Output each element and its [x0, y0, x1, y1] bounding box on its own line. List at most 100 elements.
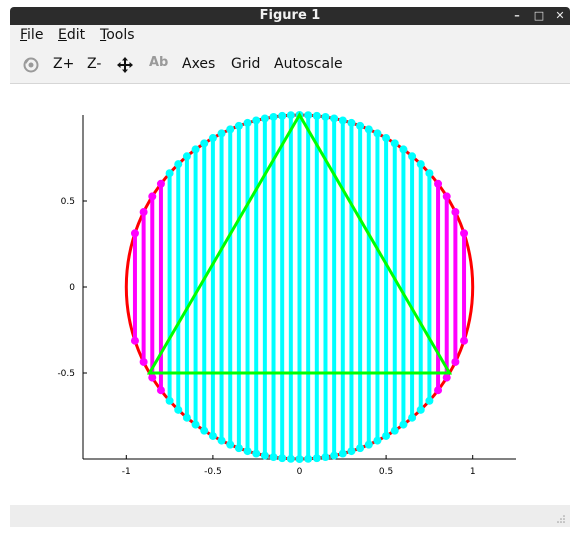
chord-endpoint-top: [260, 114, 269, 123]
chord-endpoint-top: [252, 116, 261, 125]
chord-endpoint-bottom: [338, 449, 347, 458]
chord-endpoint-top: [364, 125, 373, 134]
menu-file[interactable]: File: [20, 27, 43, 43]
resize-grip-icon[interactable]: [556, 514, 566, 524]
chord-endpoint-bottom: [226, 440, 235, 449]
chord-endpoint-bottom: [260, 451, 269, 460]
chord-endpoint-top: [399, 145, 408, 154]
chord-endpoint-bottom: [399, 420, 408, 429]
chord-endpoint-bottom: [460, 336, 469, 345]
chord-endpoint-top: [460, 229, 469, 238]
menu-file-label: ile: [27, 27, 44, 43]
figure-window: Figure 1 – □ ✕ File Edit Tools Z+ Z- Ab …: [0, 0, 580, 537]
chord-endpoint-top: [312, 111, 321, 120]
minimize-button[interactable]: –: [510, 9, 524, 23]
chord-endpoint-bottom: [408, 413, 417, 422]
chord-endpoint-bottom: [269, 453, 278, 462]
chord-endpoint-bottom: [451, 357, 460, 366]
close-button[interactable]: ✕: [553, 9, 567, 23]
text-tool-icon[interactable]: Ab: [149, 55, 168, 70]
chord-endpoint-bottom: [416, 405, 425, 414]
menu-bar: File Edit Tools: [10, 25, 570, 47]
pan-icon[interactable]: [116, 56, 134, 74]
chord-endpoint-top: [347, 118, 356, 127]
chord-endpoint-bottom: [356, 444, 365, 453]
chord-endpoint-bottom: [200, 426, 209, 435]
chord-endpoint-bottom: [130, 336, 139, 345]
chord-endpoint-top: [451, 208, 460, 217]
y-tick-label: -0.5: [57, 369, 75, 379]
chord-endpoint-bottom: [278, 454, 287, 463]
chord-endpoint-top: [191, 145, 200, 154]
chord-endpoint-bottom: [373, 436, 382, 445]
chord-endpoint-top: [442, 192, 451, 201]
zoom-in-button[interactable]: Z+: [53, 56, 74, 72]
chord-endpoint-top: [243, 118, 252, 127]
chord-endpoint-top: [182, 152, 191, 161]
menu-tools[interactable]: Tools: [100, 27, 135, 43]
chord-endpoint-bottom: [434, 386, 443, 395]
maximize-button[interactable]: □: [532, 9, 546, 23]
chord-endpoint-bottom: [382, 431, 391, 440]
chord-endpoint-bottom: [304, 454, 313, 463]
chord-endpoint-bottom: [330, 451, 339, 460]
chord-endpoint-top: [217, 129, 226, 138]
chord-endpoint-top: [356, 121, 365, 130]
chord-endpoint-top: [139, 208, 148, 217]
chord-endpoint-bottom: [347, 447, 356, 456]
chord-endpoint-bottom: [234, 444, 243, 453]
chord-endpoint-bottom: [252, 449, 261, 458]
status-bar: [10, 505, 570, 527]
chord-endpoint-top: [278, 111, 287, 120]
chord-endpoint-top: [226, 125, 235, 134]
chord-endpoint-bottom: [182, 413, 191, 422]
chord-endpoint-top: [408, 152, 417, 161]
chord-endpoint-bottom: [321, 453, 330, 462]
axes-button[interactable]: Axes: [182, 56, 215, 72]
grid-button[interactable]: Grid: [231, 56, 260, 72]
chord-endpoint-top: [200, 139, 209, 148]
chord-endpoint-bottom: [364, 440, 373, 449]
x-tick-label: -1: [122, 467, 131, 477]
menu-tools-label: ools: [106, 27, 135, 43]
chord-endpoint-bottom: [217, 436, 226, 445]
chord-endpoint-bottom: [165, 396, 174, 405]
title-bar: Figure 1 – □ ✕: [10, 7, 570, 25]
chord-endpoint-bottom: [295, 455, 304, 463]
chord-endpoint-top: [165, 169, 174, 178]
plot-area[interactable]: -1 -0.5 0 0.5 1 -0.5 0 0.5: [10, 84, 570, 504]
x-tick-label: 0.5: [379, 467, 393, 477]
chord-endpoint-bottom: [286, 454, 295, 463]
x-tick-label: -0.5: [204, 467, 222, 477]
chart-svg[interactable]: -1 -0.5 0 0.5 1 -0.5 0 0.5: [10, 84, 570, 504]
menu-edit-accel: E: [58, 27, 67, 43]
chord-endpoint-bottom: [312, 454, 321, 463]
x-tick-label: 1: [470, 467, 476, 477]
chord-endpoint-top: [304, 111, 313, 120]
chord-endpoint-top: [130, 229, 139, 238]
chord-endpoint-bottom: [139, 357, 148, 366]
toolbar: Z+ Z- Ab Axes Grid Autoscale: [10, 47, 570, 84]
chord-endpoint-top: [373, 129, 382, 138]
chord-endpoint-top: [208, 134, 217, 143]
chord-endpoint-bottom: [156, 386, 165, 395]
chord-endpoint-top: [234, 121, 243, 130]
chord-endpoint-top: [174, 160, 183, 169]
menu-edit[interactable]: Edit: [58, 27, 85, 43]
zoom-out-button[interactable]: Z-: [87, 56, 101, 72]
chord-endpoint-top: [390, 139, 399, 148]
chord-endpoint-bottom: [390, 426, 399, 435]
y-tick-label: 0.5: [61, 197, 75, 207]
chord-endpoint-bottom: [243, 447, 252, 456]
chord-endpoint-bottom: [425, 396, 434, 405]
chord-endpoint-top: [156, 179, 165, 188]
chord-endpoint-top: [286, 111, 295, 120]
autoscale-button[interactable]: Autoscale: [274, 56, 343, 72]
chord-endpoint-bottom: [191, 420, 200, 429]
chord-endpoint-bottom: [174, 405, 183, 414]
chord-endpoint-bottom: [208, 431, 217, 440]
rotate-icon[interactable]: [22, 56, 40, 74]
chord-endpoint-top: [321, 112, 330, 121]
chord-endpoint-top: [148, 192, 157, 201]
chord-endpoint-top: [330, 114, 339, 123]
